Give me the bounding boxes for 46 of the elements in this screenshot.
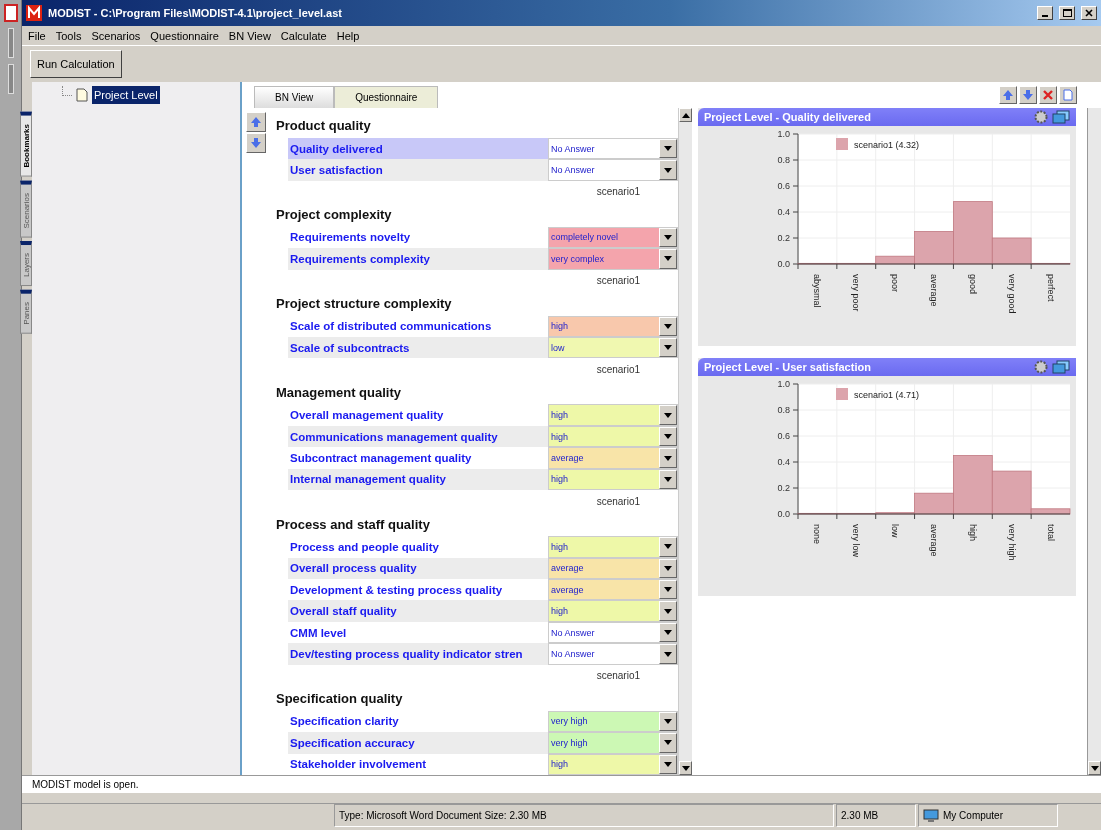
chart-title: Project Level - User satisfaction [704,361,871,373]
x-tick-label: good [967,274,978,295]
x-tick-label: low [890,524,901,538]
scenario-label: scenario1 [596,185,640,200]
scenario-label: scenario1 [596,274,640,289]
scenario-label: scenario1 [596,669,640,684]
y-tick-label: 0.8 [777,155,790,165]
legend-label: scenario1 (4.32) [854,140,920,150]
x-tick-label: very good [1006,274,1017,314]
x-tick-label: none [812,524,823,545]
section-title: Project complexity [275,206,393,225]
section-title: Management quality [275,383,402,402]
x-tick-label: poor [890,274,901,292]
scenario-label: scenario1 [596,362,640,377]
x-tick-label: very high [1006,524,1017,561]
x-tick-label: average [929,524,939,557]
y-tick-label: 0.4 [777,207,790,217]
status-message: MODIST model is open. [22,775,1101,793]
y-tick-label: 1.0 [777,129,790,139]
y-tick-label: 0.4 [777,457,790,467]
x-tick-label: perfect [1045,274,1056,302]
y-tick-label: 0.6 [777,181,790,191]
x-tick-label: average [929,274,939,307]
y-tick-label: 1.0 [777,379,790,389]
y-tick-label: 0.2 [777,233,790,243]
zone-label: My Computer [943,810,1003,821]
y-tick-label: 0.0 [777,509,790,519]
x-tick-label: abysmal [812,274,823,308]
section-title: Specification quality [275,690,404,709]
file-size: 2.30 MB [836,804,916,827]
section-title: Project structure complexity [275,295,453,314]
x-tick-label: total [1045,524,1056,541]
file-info: Type: Microsoft Word Document Size: 2.30 MB [334,804,834,827]
x-tick-label: very poor [851,274,862,312]
y-tick-label: 0.0 [777,259,790,269]
window-title: MODIST - C:\Program Files\MODIST-4.1\project_level.ast [48,7,344,19]
chart-title: Project Level - Quality delivered [704,111,871,123]
x-tick-label: high [967,524,978,541]
legend-label: scenario1 (4.71) [854,390,920,400]
y-tick-label: 0.6 [777,431,790,441]
x-tick-label: very low [851,524,862,557]
y-tick-label: 0.2 [777,483,790,493]
scenario-label: scenario1 [596,494,640,509]
y-tick-label: 0.8 [777,405,790,415]
section-title: Product quality [275,117,372,136]
section-title: Process and staff quality [275,515,431,534]
